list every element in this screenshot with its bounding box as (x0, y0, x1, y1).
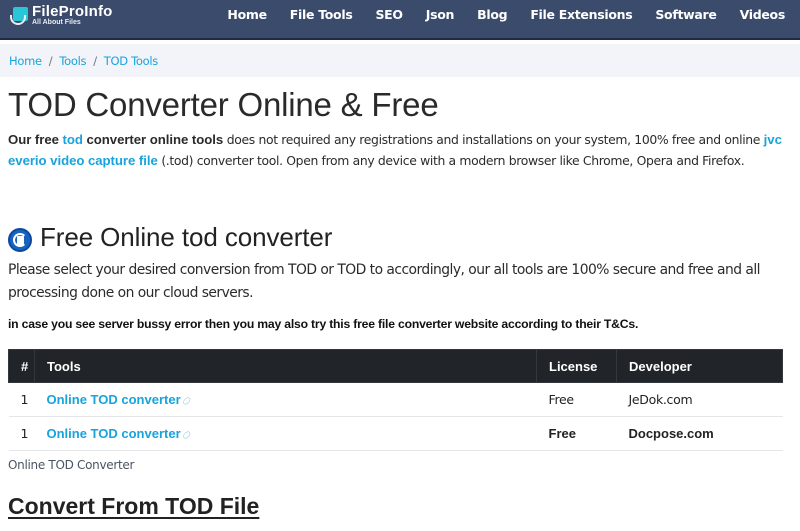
license-cell: Free (536, 382, 617, 417)
developer-cell: Docpose.com (616, 416, 783, 451)
breadcrumb-separator: / (48, 53, 53, 68)
row-number: 1 (8, 416, 35, 451)
section-description: Please select your desired conversion fr… (8, 262, 761, 301)
converter-icon (8, 227, 32, 252)
intro-text-2: (.tod) converter tool. Open from any dev… (157, 153, 745, 168)
top-navbar: FileProInfo All About Files Home File To… (0, 0, 800, 40)
tool-cell: Online TOD converter⬭ (34, 416, 537, 451)
logo-tagline: All About Files (32, 19, 81, 26)
tool-cell: Online TOD converter⬭ (34, 382, 537, 417)
link-icon: ⬭ (180, 428, 194, 443)
table-row: 1 Online TOD converter⬭ Free Docpose.com (8, 416, 783, 451)
breadcrumb: Home / Tools / TOD Tools (0, 44, 800, 77)
header-tools: Tools (34, 349, 537, 383)
breadcrumb-home[interactable]: Home (9, 54, 42, 68)
section-heading: Free Online tod converter (8, 222, 332, 253)
intro-text-1: does not required any registrations and … (223, 132, 764, 147)
developer-cell: JeDok.com (616, 382, 783, 417)
license-cell: Free (536, 416, 617, 451)
page-title: TOD Converter Online & Free (8, 86, 439, 123)
header-number: # (8, 349, 35, 383)
nav-software[interactable]: Software (655, 7, 717, 22)
intro-bold-1: Our free (8, 132, 63, 147)
nav-videos[interactable]: Videos (740, 7, 786, 22)
table-caption: Online TOD Converter (8, 458, 135, 472)
breadcrumb-tod-tools[interactable]: TOD Tools (104, 54, 159, 68)
tod-link[interactable]: tod (63, 132, 83, 147)
row-number: 1 (8, 382, 35, 417)
breadcrumb-separator: / (93, 53, 97, 68)
convert-from-heading[interactable]: Convert From TOD File (8, 493, 259, 520)
main-nav: Home File Tools SEO Json Blog File Exten… (227, 0, 800, 28)
table-row: 1 Online TOD converter⬭ Free JeDok.com (8, 382, 783, 417)
site-logo[interactable]: FileProInfo All About Files (8, 4, 113, 30)
nav-file-extensions[interactable]: File Extensions (530, 7, 632, 22)
tool-link[interactable]: Online TOD converter (47, 392, 181, 407)
header-license: License (536, 349, 617, 383)
nav-json[interactable]: Json (426, 7, 455, 22)
table-header-row: # Tools License Developer (8, 349, 783, 383)
intro-paragraph: Our free tod converter online tools does… (8, 129, 798, 171)
intro-bold-2: converter online tools (82, 132, 224, 147)
tool-link[interactable]: Online TOD converter (47, 426, 181, 441)
header-developer: Developer (616, 349, 783, 383)
logo-name: FileProInfo (32, 3, 113, 20)
server-notice: in case you see server bussy error then … (8, 317, 639, 331)
logo-icon (8, 5, 30, 27)
section-title: Free Online tod converter (40, 222, 333, 252)
nav-home[interactable]: Home (227, 7, 267, 22)
link-icon: ⬭ (180, 394, 194, 409)
breadcrumb-tools[interactable]: Tools (59, 54, 86, 68)
nav-seo[interactable]: SEO (375, 7, 403, 22)
nav-file-tools[interactable]: File Tools (290, 7, 353, 22)
nav-blog[interactable]: Blog (477, 7, 507, 22)
tools-table: # Tools License Developer 1 Online TOD c… (8, 349, 783, 451)
